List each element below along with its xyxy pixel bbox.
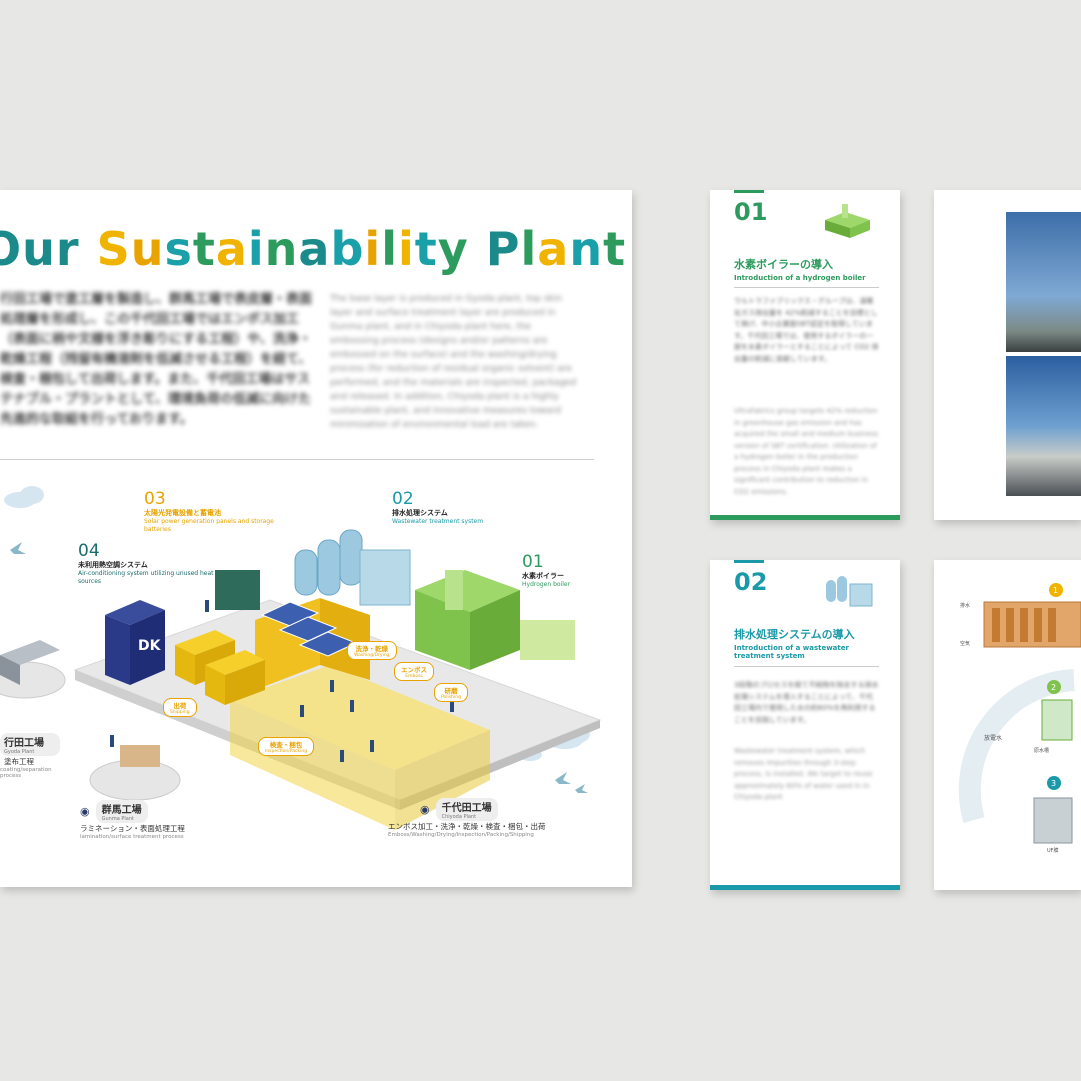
page-title: Our Sustainability Plant	[0, 222, 626, 276]
wastewater-diagram: 排水 空気 1 2 原水槽 3 UF膜 放電水	[958, 583, 1081, 854]
title-letter	[469, 222, 486, 276]
location-pin-icon: ◉	[420, 803, 430, 816]
card-title-jp: 水素ボイラーの導入	[734, 258, 833, 271]
gyoda-plant-label: 行田工場 Gyoda Plant 塗布工程 coating/separation…	[0, 733, 60, 779]
card-body-en: Ultrafabrics group targets 42% reduction…	[734, 407, 879, 496]
card-hydrogen-boiler: 01 水素ボイラーの導入 Introduction of a hydrogen …	[710, 190, 900, 520]
title-letter: l	[520, 222, 538, 276]
title-letter: a	[298, 222, 331, 276]
title-letter: i	[364, 222, 382, 276]
title-letter: n	[569, 222, 604, 276]
svg-text:原水槽: 原水槽	[1034, 747, 1049, 754]
title-letter: O	[0, 222, 23, 276]
location-pin-icon: ◉	[80, 805, 90, 818]
title-letter: u	[22, 222, 56, 276]
intro-en-text: The base layer is produced in Gyoda plan…	[330, 294, 577, 430]
title-letter: t	[603, 222, 627, 276]
chiyoda-plant-label: ◉ 千代田工場 Chiyoda Plant エンボス加工・洗浄・乾燥・検査・梱包…	[388, 798, 568, 838]
title-letter: P	[485, 222, 521, 276]
title-letter: n	[264, 222, 299, 276]
title-letter: a	[537, 222, 570, 276]
water-tank-icon	[826, 576, 873, 607]
card-number: 02	[734, 568, 768, 596]
svg-text:空気: 空気	[960, 640, 970, 647]
title-letter: b	[330, 222, 365, 276]
title-letter: r	[55, 222, 80, 276]
process-tag-shipping: 出荷 Shipping	[163, 698, 197, 717]
title-letter: S	[96, 222, 131, 276]
wastewater-diagram-card: 排水 空気 1 2 原水槽 3 UF膜 放電水	[934, 560, 1081, 890]
process-tag-polishing: 研磨 Polishing	[434, 683, 468, 702]
callout-02: 02 排水処理システム Wastewater treatment system	[392, 489, 484, 525]
title-letter: a	[215, 222, 248, 276]
title-letter: t	[192, 222, 216, 276]
intro-jp-text: 行田工場で塗工層を製造し、群馬工場で表皮層・表面処理層を形成し、この千代田工場で…	[0, 292, 313, 427]
callout-04: 04 未利用熱空調システム Air-conditioning system ut…	[78, 541, 214, 585]
svg-text:放電水: 放電水	[984, 734, 1002, 742]
divider	[0, 459, 594, 460]
card-title-jp: 排水処理システムの導入	[734, 628, 855, 641]
title-letter: y	[437, 222, 469, 276]
callout-03: 03 太陽光発電設備と蓄電池 Solar power generation pa…	[144, 489, 274, 533]
title-letter: t	[414, 222, 438, 276]
svg-text:排水: 排水	[960, 602, 970, 609]
title-letter: i	[397, 222, 415, 276]
title-letter: i	[247, 222, 265, 276]
svg-text:UF膜: UF膜	[1047, 847, 1059, 854]
card-wastewater-treatment: 02 排水処理システムの導入 Introduction of a wastewa…	[710, 560, 900, 890]
process-tag-emboss: エンボス Emboss	[394, 662, 434, 681]
svg-text:2: 2	[1051, 683, 1056, 692]
photo-card	[934, 190, 1081, 520]
card-title-en: Introduction of a hydrogen boiler	[734, 274, 866, 282]
card-body-jp: 3段階のプロセスを経て不純物を除去する排水処理システムを導入することによって、千…	[734, 681, 879, 724]
process-tag-washing: 洗浄・乾燥 Washing/Drying	[347, 641, 397, 660]
dk-logo: DK	[138, 638, 162, 654]
callout-01: 01 水素ボイラー Hydrogen boiler	[522, 552, 571, 588]
boiler-icon	[825, 204, 870, 238]
card-number: 01	[734, 198, 768, 226]
boiler-chimney-photo	[1006, 356, 1081, 496]
card-body-en: Wastewater treatment system, which remov…	[734, 747, 873, 801]
title-letter: l	[381, 222, 398, 276]
card-title-en: Introduction of a wastewater treatment s…	[734, 644, 849, 660]
title-letter: s	[164, 222, 193, 276]
title-letter	[80, 222, 97, 276]
svg-text:1: 1	[1053, 586, 1058, 595]
title-letter: u	[130, 222, 165, 276]
hydrogen-boiler-photo	[1006, 212, 1081, 352]
gunma-plant-label: ◉ 群馬工場 Gunma Plant ラミネーション・表面処理工程 lamina…	[80, 800, 220, 840]
card-body-jp: ウルトラファブリックス・グループは、温暖化ガス排出量を 42%削減することを目標…	[734, 297, 879, 363]
process-tag-inspection: 検査・梱包 Inspection/Packing	[258, 737, 315, 756]
svg-text:3: 3	[1051, 779, 1056, 788]
tank-icon	[294, 529, 363, 596]
